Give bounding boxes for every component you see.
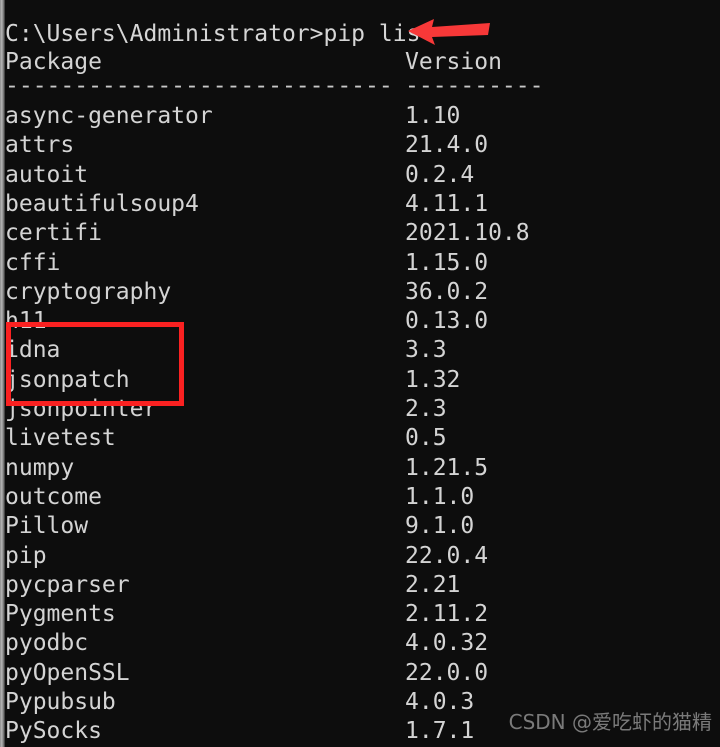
package-version: 1.21.5 bbox=[405, 454, 489, 481]
package-name: attrs bbox=[5, 132, 75, 159]
package-version: 4.11.1 bbox=[405, 190, 489, 217]
csdn-watermark: CSDN @爱吃虾的猫精 bbox=[508, 710, 712, 734]
package-row: autoit 0.2.4 bbox=[5, 161, 720, 190]
package-version: 1.1.0 bbox=[405, 483, 475, 510]
package-version: 0.5 bbox=[405, 425, 447, 452]
package-version: 4.0.32 bbox=[405, 630, 489, 657]
package-row: attrs 21.4.0 bbox=[5, 131, 720, 160]
package-version: 2021.10.8 bbox=[405, 220, 530, 247]
package-row: pyOpenSSL 22.0.0 bbox=[5, 659, 720, 688]
package-version: 4.0.3 bbox=[405, 689, 475, 715]
highlight-box-annotation bbox=[6, 322, 184, 406]
package-version: 21.4.0 bbox=[405, 132, 489, 159]
package-name: certifi bbox=[5, 220, 102, 247]
separator-package-dashes: ---------------------------- bbox=[5, 73, 393, 99]
package-row: cryptography 36.0.2 bbox=[5, 278, 720, 307]
package-row: certifi 2021.10.8 bbox=[5, 219, 720, 248]
package-row: Pygments 2.11.2 bbox=[5, 600, 720, 629]
package-version: 1.15.0 bbox=[405, 249, 489, 276]
package-version: 0.13.0 bbox=[405, 308, 489, 335]
package-row: pycparser 2.21 bbox=[5, 571, 720, 600]
package-name: pip bbox=[5, 542, 47, 569]
package-version: 3.3 bbox=[405, 337, 447, 364]
package-row: pyodbc 4.0.32 bbox=[5, 629, 720, 658]
package-version: 22.0.0 bbox=[405, 659, 489, 686]
package-version: 1.32 bbox=[405, 366, 461, 393]
package-name: autoit bbox=[5, 161, 89, 188]
package-version: 2.11.2 bbox=[405, 601, 489, 628]
package-version: 1.10 bbox=[405, 103, 461, 129]
package-name: async-generator bbox=[5, 103, 213, 129]
package-version: 36.0.2 bbox=[405, 278, 489, 305]
package-row: pip 22.0.4 bbox=[5, 542, 720, 571]
package-name: numpy bbox=[5, 454, 75, 481]
command-prompt-line: C:\Users\Administrator>pip list bbox=[5, 21, 435, 47]
package-name: cryptography bbox=[5, 278, 172, 305]
package-row: Pillow 9.1.0 bbox=[5, 512, 720, 541]
package-row: livetest 0.5 bbox=[5, 424, 720, 453]
left-arrow-annotation bbox=[408, 19, 490, 45]
package-name: livetest bbox=[5, 425, 116, 452]
package-version: 0.2.4 bbox=[405, 161, 475, 188]
package-name: PySocks bbox=[5, 718, 102, 745]
package-name: pyodbc bbox=[5, 630, 89, 657]
package-version: 2.21 bbox=[405, 571, 461, 598]
column-separator-row: ---------------------------- ---------- bbox=[5, 72, 720, 101]
package-version: 9.1.0 bbox=[405, 513, 475, 540]
package-name: Pillow bbox=[5, 513, 89, 540]
separator-version-dashes: ---------- bbox=[405, 73, 544, 99]
package-name: pycparser bbox=[5, 571, 130, 598]
package-version: 1.7.1 bbox=[405, 718, 475, 745]
package-name: Pygments bbox=[5, 601, 116, 628]
package-row: outcome 1.1.0 bbox=[5, 483, 720, 512]
package-version: 22.0.4 bbox=[405, 542, 489, 569]
package-row: beautifulsoup4 4.11.1 bbox=[5, 190, 720, 219]
command-prompt-window: C:\Users\Administrator>pip list Package … bbox=[0, 0, 720, 747]
package-name: cffi bbox=[5, 249, 61, 276]
package-name: outcome bbox=[5, 483, 102, 510]
package-name: Pypubsub bbox=[5, 689, 116, 715]
package-version: 2.3 bbox=[405, 396, 447, 422]
console-output-area: C:\Users\Administrator>pip list Package … bbox=[5, 0, 720, 747]
package-row: async-generator 1.10 bbox=[5, 102, 720, 131]
package-name: beautifulsoup4 bbox=[5, 190, 199, 217]
package-name: pyOpenSSL bbox=[5, 659, 130, 686]
package-row: numpy 1.21.5 bbox=[5, 454, 720, 483]
package-row: cffi 1.15.0 bbox=[5, 249, 720, 278]
